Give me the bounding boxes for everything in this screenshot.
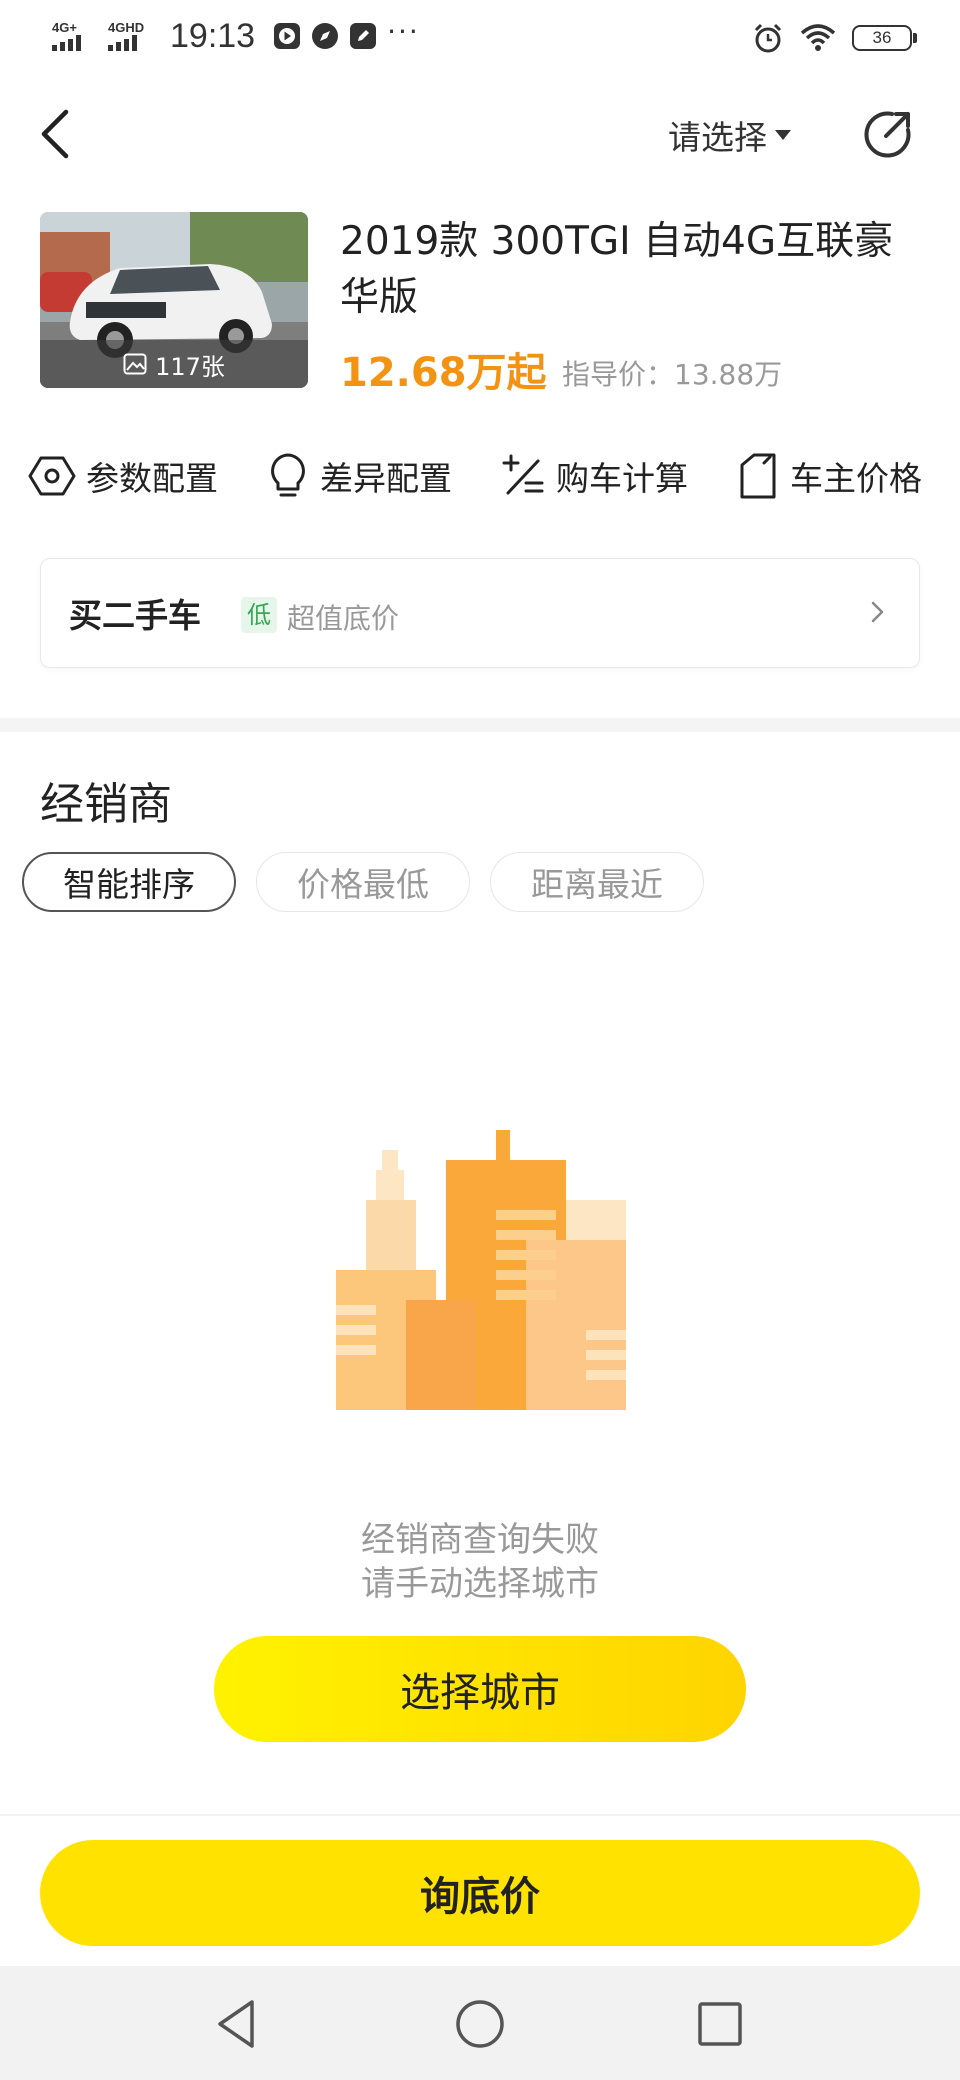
signal-bars-icon	[108, 35, 137, 51]
chevron-right-icon	[871, 601, 884, 623]
status-time: 19:13	[170, 16, 256, 55]
sort-lowest-price-chip[interactable]: 价格最低	[256, 852, 470, 912]
low-price-badge: 低	[241, 597, 277, 633]
share-icon[interactable]	[862, 108, 914, 160]
nav-recents-icon[interactable]	[690, 1994, 750, 2054]
price-tag-icon	[740, 453, 776, 499]
photo-count: 117张	[155, 352, 225, 381]
used-car-card[interactable]: 买二手车 低 超值底价	[40, 558, 920, 668]
trim-selector-label: 请选择	[668, 118, 767, 157]
dealers-title: 经销商	[40, 779, 172, 830]
calculator-icon	[502, 454, 544, 495]
caret-down-icon	[775, 130, 791, 140]
battery-icon: 36	[852, 25, 917, 51]
feature-owner-price[interactable]: 车主价格	[736, 448, 922, 504]
wifi-icon	[800, 24, 836, 51]
feature-calc[interactable]: 购车计算	[500, 448, 688, 504]
car-photo[interactable]: 117张	[40, 212, 308, 388]
status-left: 4G+ 4GHD 19:13 ···	[52, 14, 420, 58]
signal-bars-icon	[52, 35, 81, 51]
used-car-subtitle: 超值底价	[287, 602, 400, 635]
trim-selector[interactable]: 请选择	[668, 110, 791, 160]
ask-lowest-price-button[interactable]: 询底价	[40, 1840, 920, 1946]
alarm-icon	[754, 23, 782, 53]
photo-count-bar: 117张	[40, 340, 308, 388]
compass-app-icon	[312, 23, 339, 49]
nav-home-icon[interactable]	[450, 1994, 510, 2054]
guide-price: 指导价：13.88万	[562, 358, 783, 391]
section-divider	[0, 718, 960, 732]
lightbulb-icon	[271, 453, 305, 497]
car-price: 12.68万起	[340, 350, 547, 396]
used-car-title: 买二手车	[69, 596, 201, 635]
network-label-2: 4GHD	[108, 20, 145, 35]
empty-line-1: 经销商查询失败	[361, 1520, 599, 1560]
network-indicator-1: 4G+	[52, 21, 98, 51]
select-city-button[interactable]: 选择城市	[214, 1636, 746, 1742]
edit-app-icon	[350, 23, 377, 49]
system-nav-bar	[0, 1966, 960, 2080]
empty-line-2: 请手动选择城市	[361, 1564, 599, 1604]
feature-label: 差异配置	[320, 459, 452, 498]
network-label-1: 4G+	[52, 20, 77, 35]
back-arrow-icon[interactable]	[32, 100, 82, 168]
feature-label: 车主价格	[790, 459, 922, 498]
empty-state-message: 经销商查询失败 请手动选择城市	[0, 1518, 960, 1606]
feature-label: 购车计算	[556, 459, 688, 498]
nav-back-icon[interactable]	[208, 1994, 268, 2054]
play-app-icon	[274, 23, 301, 49]
city-buildings-illustration	[336, 1130, 626, 1410]
image-icon	[123, 353, 147, 375]
status-right: 36	[752, 18, 917, 58]
network-indicator-2: 4GHD	[108, 21, 154, 51]
feature-label: 参数配置	[86, 459, 218, 498]
bottom-separator	[0, 1814, 960, 1816]
car-title: 2019款 300TGI 自动4G互联豪华版	[340, 219, 894, 320]
feature-params[interactable]: 参数配置	[28, 448, 218, 504]
status-bar: 4G+ 4GHD 19:13 ··· 36	[0, 0, 960, 72]
sort-smart-chip[interactable]: 智能排序	[22, 852, 236, 912]
more-notifications: ···	[387, 14, 420, 48]
sort-nearest-chip[interactable]: 距离最近	[490, 852, 704, 912]
feature-diff[interactable]: 差异配置	[266, 448, 452, 504]
hexagon-settings-icon	[28, 456, 76, 496]
